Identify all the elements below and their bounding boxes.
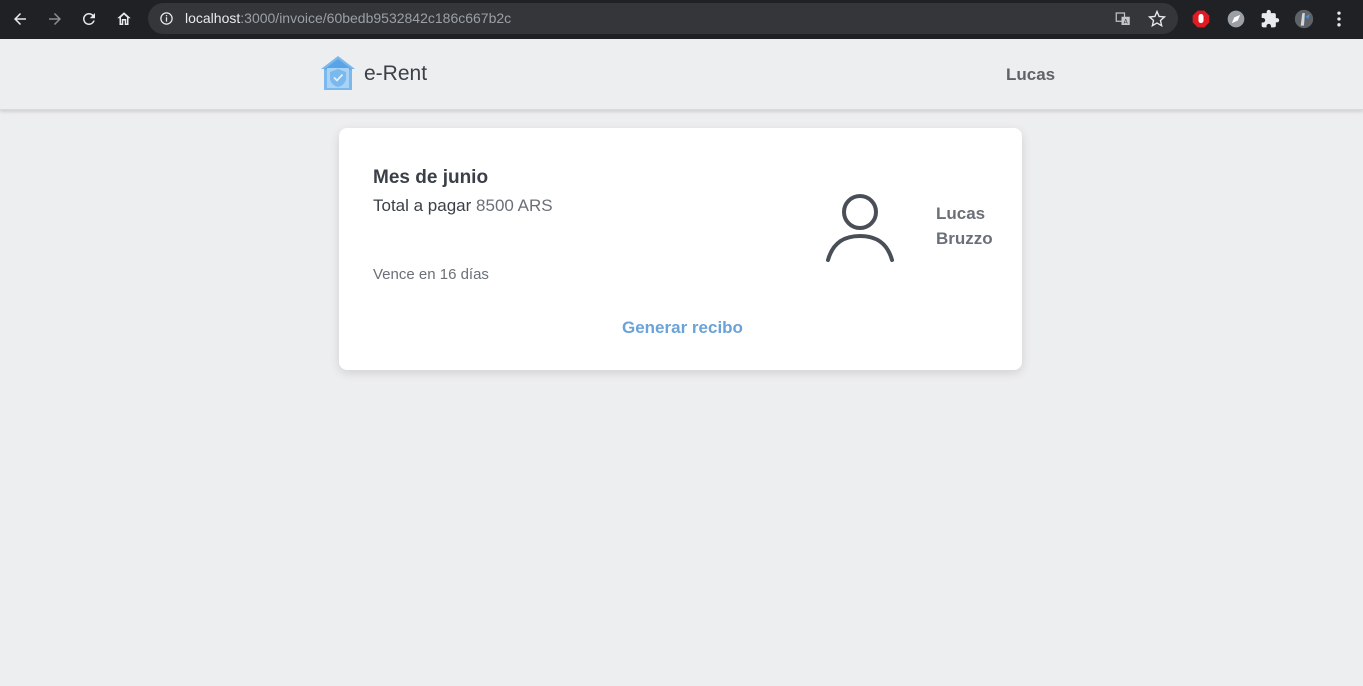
profile-button[interactable] bbox=[1294, 9, 1314, 29]
forward-button[interactable] bbox=[38, 2, 72, 36]
extension-icon bbox=[1227, 10, 1245, 28]
menu-icon bbox=[1337, 11, 1341, 27]
user-menu[interactable]: Lucas bbox=[1006, 65, 1055, 85]
forward-icon bbox=[49, 13, 61, 25]
invoice-month: Mes de junio bbox=[373, 167, 489, 188]
star-icon[interactable] bbox=[1148, 10, 1166, 28]
browser-menu-button[interactable] bbox=[1329, 9, 1349, 29]
house-shield-logo[interactable] bbox=[320, 55, 356, 91]
reload-icon bbox=[82, 12, 95, 25]
invoice-total: Total a pagar 8500 ARS bbox=[373, 196, 553, 216]
adblock-extension[interactable] bbox=[1191, 9, 1211, 29]
tenant-name: Lucas Bruzzo bbox=[936, 201, 993, 251]
back-icon bbox=[14, 13, 26, 25]
tenant-last-name: Bruzzo bbox=[936, 229, 993, 248]
browser-toolbar: localhost:3000/invoice/60bedb9532842c186… bbox=[0, 0, 1363, 39]
user-avatar-icon bbox=[826, 194, 894, 262]
app-header: e-Rent Lucas bbox=[0, 39, 1363, 110]
translate-icon[interactable]: A bbox=[1114, 10, 1132, 28]
brand-name[interactable]: e-Rent bbox=[364, 62, 427, 86]
profile-icon bbox=[1294, 9, 1314, 29]
invoice-card: Mes de junio Total a pagar 8500 ARS Venc… bbox=[339, 128, 1022, 370]
home-button[interactable] bbox=[107, 2, 141, 36]
home-icon bbox=[117, 12, 131, 25]
generate-receipt-button[interactable]: Generar recibo bbox=[622, 318, 743, 338]
back-button[interactable] bbox=[3, 2, 37, 36]
info-icon[interactable] bbox=[159, 11, 174, 26]
adblock-icon bbox=[1192, 10, 1210, 28]
extensions-button[interactable] bbox=[1260, 9, 1280, 29]
reload-button[interactable] bbox=[72, 2, 106, 36]
compass-extension[interactable] bbox=[1226, 9, 1246, 29]
tenant-first-name: Lucas bbox=[936, 204, 986, 223]
url-text[interactable]: localhost:3000/invoice/60bedb9532842c186… bbox=[185, 10, 511, 26]
puzzle-icon bbox=[1261, 9, 1280, 28]
address-bar[interactable]: localhost:3000/invoice/60bedb9532842c186… bbox=[148, 3, 1178, 34]
url-path: :3000/invoice/60bedb9532842c186c667b2c bbox=[240, 10, 512, 26]
url-host: localhost bbox=[185, 10, 241, 26]
total-amount: 8500 ARS bbox=[476, 196, 553, 215]
total-label: Total a pagar bbox=[373, 196, 472, 215]
due-date-text: Vence en 16 días bbox=[373, 266, 489, 283]
